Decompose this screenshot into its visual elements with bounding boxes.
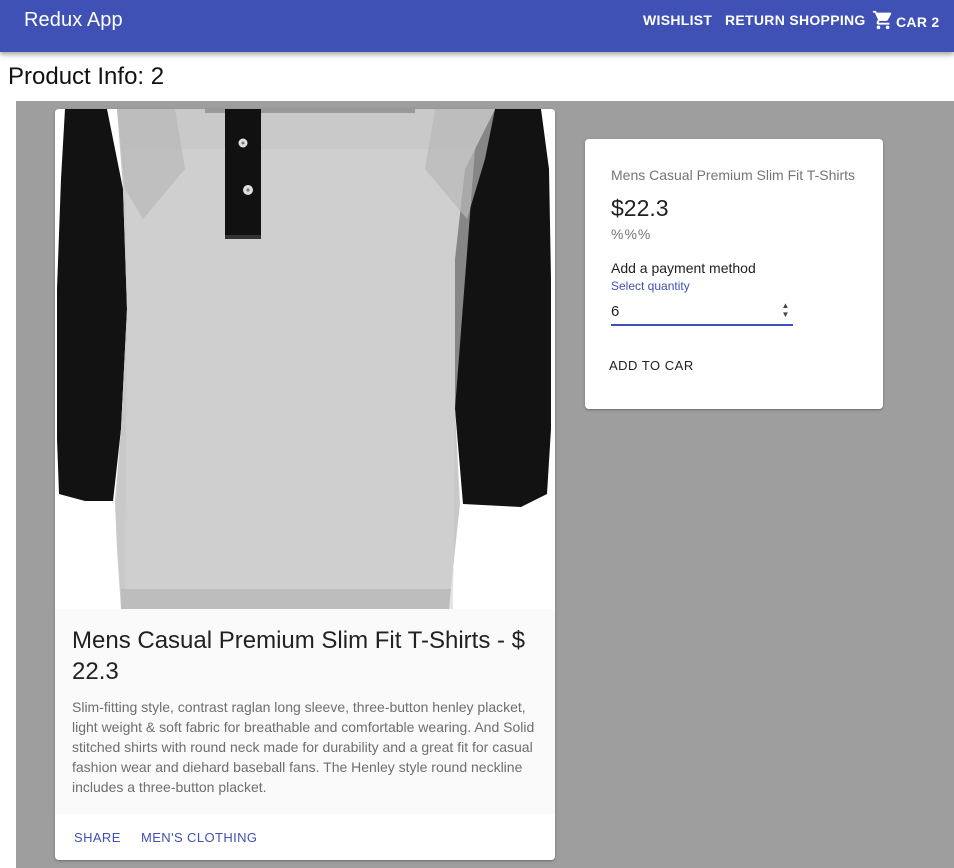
product-title: Mens Casual Premium Slim Fit T-Shirts - … bbox=[72, 627, 525, 685]
return-shopping-button[interactable]: RETURN SHOPPING bbox=[725, 12, 866, 28]
purchase-price: $22.3 bbox=[611, 195, 669, 221]
purchase-rating: %%% bbox=[611, 226, 652, 242]
product-detail-area: Mens Casual Premium Slim Fit T-Shirts - … bbox=[16, 101, 954, 868]
quantity-field: ▲ ▼ bbox=[611, 299, 793, 326]
quantity-stepper[interactable]: ▲ ▼ bbox=[780, 302, 791, 319]
cart-icon bbox=[872, 10, 892, 30]
payment-method-label: Add a payment method bbox=[611, 260, 756, 276]
page-title: Product Info: 2 bbox=[8, 63, 165, 90]
purchase-card: Mens Casual Premium Slim Fit T-Shirts $2… bbox=[585, 139, 883, 409]
cart-label: CAR 2 bbox=[896, 13, 940, 30]
share-button[interactable]: SHARE bbox=[74, 830, 121, 845]
wishlist-button[interactable]: WISHLIST bbox=[643, 12, 712, 28]
quantity-input[interactable] bbox=[611, 299, 771, 323]
tshirt-illustration bbox=[57, 109, 551, 609]
card-actions: SHARE MEN'S CLOTHING bbox=[55, 814, 555, 860]
app-bar: Redux App WISHLIST RETURN SHOPPING CAR 2 bbox=[0, 0, 954, 52]
purchase-product-name: Mens Casual Premium Slim Fit T-Shirts bbox=[611, 167, 856, 183]
decrement-arrow-icon[interactable]: ▼ bbox=[782, 311, 790, 319]
cart-button[interactable]: CAR 2 bbox=[872, 10, 940, 31]
app-brand[interactable]: Redux App bbox=[24, 9, 123, 32]
add-to-cart-button[interactable]: ADD TO CAR bbox=[609, 358, 694, 373]
category-button[interactable]: MEN'S CLOTHING bbox=[141, 830, 257, 845]
product-card: Mens Casual Premium Slim Fit T-Shirts - … bbox=[55, 109, 555, 860]
product-description: Slim-fitting style, contrast raglan long… bbox=[72, 699, 535, 795]
increment-arrow-icon[interactable]: ▲ bbox=[782, 302, 790, 310]
quantity-label: Select quantity bbox=[611, 279, 690, 293]
product-image bbox=[55, 109, 555, 609]
